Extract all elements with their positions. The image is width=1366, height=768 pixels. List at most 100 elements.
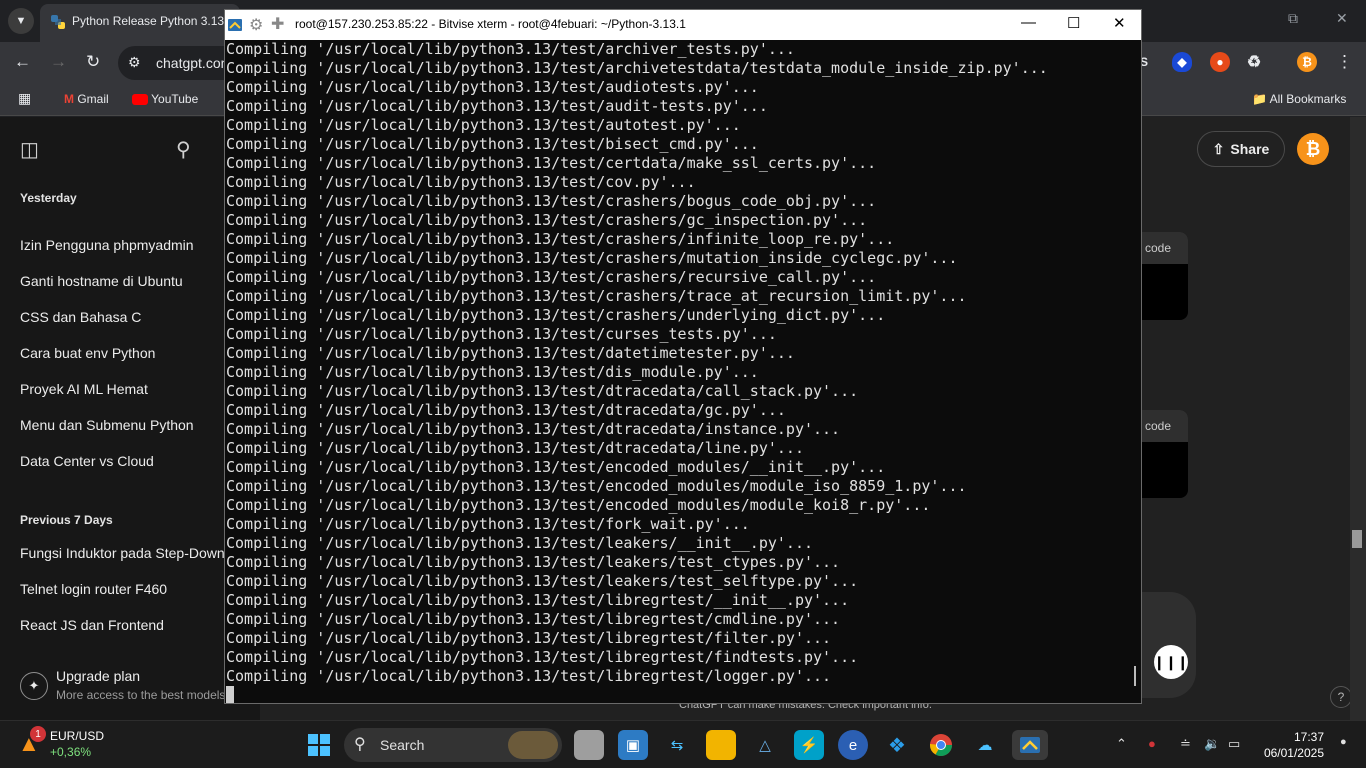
conversation-item[interactable]: Data Center vs Cloud	[20, 453, 154, 469]
conversation-item[interactable]: React JS dan Frontend	[20, 617, 164, 633]
terminal-line: Compiling '/usr/local/lib/python3.13/tes…	[226, 135, 759, 153]
terminal-line: Compiling '/usr/local/lib/python3.13/tes…	[226, 325, 777, 343]
conversation-item[interactable]: Izin Pengguna phpmyadmin	[20, 237, 194, 253]
cloud-app-icon[interactable]: ☁	[970, 730, 1000, 760]
remote-desktop-icon[interactable]: ▣	[618, 730, 648, 760]
volume-icon[interactable]: 🔉	[1204, 736, 1220, 752]
more-menu-icon[interactable]: ⋮	[1336, 52, 1353, 72]
bitvise-taskbar-icon[interactable]	[1012, 730, 1048, 760]
upgrade-icon[interactable]: ✦	[20, 672, 48, 700]
terminal-line: Compiling '/usr/local/lib/python3.13/tes…	[226, 534, 813, 552]
code-block: code	[1142, 410, 1188, 498]
gmail-icon: M	[64, 92, 74, 106]
site-info-icon[interactable]: ⚙	[128, 54, 141, 71]
edge-icon[interactable]: e	[838, 730, 868, 760]
vscode-icon[interactable]: ❖	[882, 730, 912, 760]
python-icon	[51, 15, 65, 29]
terminal-line: Compiling '/usr/local/lib/python3.13/tes…	[226, 154, 877, 172]
wifi-icon[interactable]: ≐	[1180, 736, 1191, 752]
conversation-item[interactable]: Menu dan Submenu Python	[20, 417, 194, 433]
terminal-line: Compiling '/usr/local/lib/python3.13/tes…	[226, 553, 841, 571]
terminal-line: Compiling '/usr/local/lib/python3.13/tes…	[226, 173, 696, 191]
battery-icon[interactable]: ▭	[1228, 736, 1240, 752]
transfer-app-icon[interactable]: ⇆	[662, 730, 692, 760]
search-chats-icon[interactable]: ⚲	[176, 137, 191, 162]
terminal-line: Compiling '/usr/local/lib/python3.13/tes…	[226, 306, 886, 324]
terminal-line: Compiling '/usr/local/lib/python3.13/tes…	[226, 230, 895, 248]
forward-icon[interactable]: →	[50, 52, 67, 72]
search-label: Search	[380, 737, 425, 753]
terminal-line: Compiling '/usr/local/lib/python3.13/tes…	[226, 211, 868, 229]
back-icon[interactable]: ←	[14, 52, 31, 72]
conversation-item[interactable]: Fungsi Induktor pada Step-Down	[20, 545, 225, 561]
terminal-scrollbar-thumb[interactable]	[1134, 666, 1136, 686]
close-icon[interactable]: ✕	[1336, 10, 1348, 27]
conversation-item[interactable]: Cara buat env Python	[20, 345, 155, 361]
user-avatar[interactable]: ₿	[1297, 133, 1329, 165]
code-block-label: code	[1142, 232, 1188, 264]
terminal-line: Compiling '/usr/local/lib/python3.13/tes…	[226, 401, 786, 419]
xterm-title: root@157.230.253.85:22 - Bitvise xterm -…	[295, 17, 686, 31]
notification-icon[interactable]: ●	[1340, 736, 1347, 748]
voice-mode-icon[interactable]: ❙❙❙	[1153, 645, 1189, 679]
page-scrollbar[interactable]	[1350, 117, 1366, 720]
extensions-puzzle-icon[interactable]: ♻	[1244, 52, 1264, 72]
bitcoin-extension-icon[interactable]: ₿	[1297, 52, 1317, 72]
upgrade-plan-title[interactable]: Upgrade plan	[56, 668, 140, 684]
terminal-output[interactable]: Compiling '/usr/local/lib/python3.13/tes…	[225, 40, 1131, 703]
network-app-icon[interactable]: ●	[1148, 736, 1156, 751]
conversation-item[interactable]: Proyek AI ML Hemat	[20, 381, 148, 397]
bookmark-gmail[interactable]: M Gmail	[64, 92, 109, 106]
maximize-icon[interactable]: ☐	[1067, 14, 1080, 32]
terminal-line: Compiling '/usr/local/lib/python3.13/tes…	[226, 116, 741, 134]
conversation-item[interactable]: Telnet login router F460	[20, 581, 167, 597]
reload-icon[interactable]: ↻	[86, 52, 100, 72]
active-tab[interactable]: Python Release Python 3.13.1	[40, 4, 240, 42]
apps-grid-icon[interactable]: ▦	[18, 90, 31, 107]
minimize-icon[interactable]: —	[1021, 14, 1036, 31]
terminal-scrollbar[interactable]	[1131, 40, 1141, 703]
xterm-titlebar[interactable]: ⚙ ✚ root@157.230.253.85:22 - Bitvise xte…	[225, 10, 1141, 40]
page-scrollbar-thumb[interactable]	[1352, 530, 1362, 548]
youtube-icon	[132, 94, 148, 106]
terminal-line: Compiling '/usr/local/lib/python3.13/tes…	[226, 420, 841, 438]
terminal-line: Compiling '/usr/local/lib/python3.13/tes…	[226, 496, 931, 514]
terminal-line: Compiling '/usr/local/lib/python3.13/tes…	[226, 629, 832, 647]
task-view-icon[interactable]	[574, 730, 604, 760]
close-icon[interactable]: ✕	[1113, 14, 1126, 32]
all-bookmarks[interactable]: 📁 All Bookmarks	[1252, 92, 1346, 106]
help-button[interactable]: ?	[1330, 686, 1352, 708]
power-app-icon[interactable]: ⚡	[794, 730, 824, 760]
terminal-line: Compiling '/usr/local/lib/python3.13/tes…	[226, 59, 1048, 77]
taskbar-search[interactable]: ⚲ Search	[344, 728, 562, 762]
start-windows-icon[interactable]	[304, 730, 334, 760]
terminal-line: Compiling '/usr/local/lib/python3.13/tes…	[226, 458, 886, 476]
move-icon[interactable]: ✚	[271, 14, 287, 33]
shield-extension-icon[interactable]: ◆	[1172, 52, 1192, 72]
bitvise-icon	[228, 19, 242, 31]
conversation-item[interactable]: CSS dan Bahasa C	[20, 309, 141, 325]
terminal-line: Compiling '/usr/local/lib/python3.13/tes…	[226, 515, 750, 533]
chrome-icon[interactable]	[926, 730, 956, 760]
terminal-line: Compiling '/usr/local/lib/python3.13/tes…	[226, 287, 967, 305]
terminal-line: Compiling '/usr/local/lib/python3.13/tes…	[226, 268, 877, 286]
terminal-line: Compiling '/usr/local/lib/python3.13/tes…	[226, 249, 958, 267]
widget-title[interactable]: EUR/USD	[50, 729, 104, 743]
code-block: code	[1142, 232, 1188, 320]
clock[interactable]: 17:37 06/01/2025	[1258, 729, 1324, 761]
virtualbox-icon[interactable]: △	[750, 730, 780, 760]
restore-icon[interactable]: ⧉	[1288, 10, 1298, 27]
record-extension-icon[interactable]: ●	[1210, 52, 1230, 72]
settings-icon[interactable]: ⚙	[249, 15, 265, 34]
clock-date: 06/01/2025	[1263, 746, 1324, 760]
conversation-item[interactable]: Ganti hostname di Ubuntu	[20, 273, 183, 289]
taskbar: ▲ 1 EUR/USD +0,36% ⚲ Search ▣ ⇆ △ ⚡ e ❖ …	[0, 720, 1366, 768]
address-text[interactable]: chatgpt.com	[156, 55, 232, 71]
file-explorer-icon[interactable]	[706, 730, 736, 760]
bookmark-youtube[interactable]: YouTube	[132, 92, 198, 106]
show-hidden-icons[interactable]: ⌃	[1116, 736, 1127, 752]
tab-search-button[interactable]: ▼	[8, 8, 34, 34]
clock-time: 17:37	[1293, 730, 1324, 744]
share-button[interactable]: ⇧ Share	[1197, 131, 1285, 167]
sidebar-toggle-icon[interactable]: ◫	[20, 137, 39, 162]
